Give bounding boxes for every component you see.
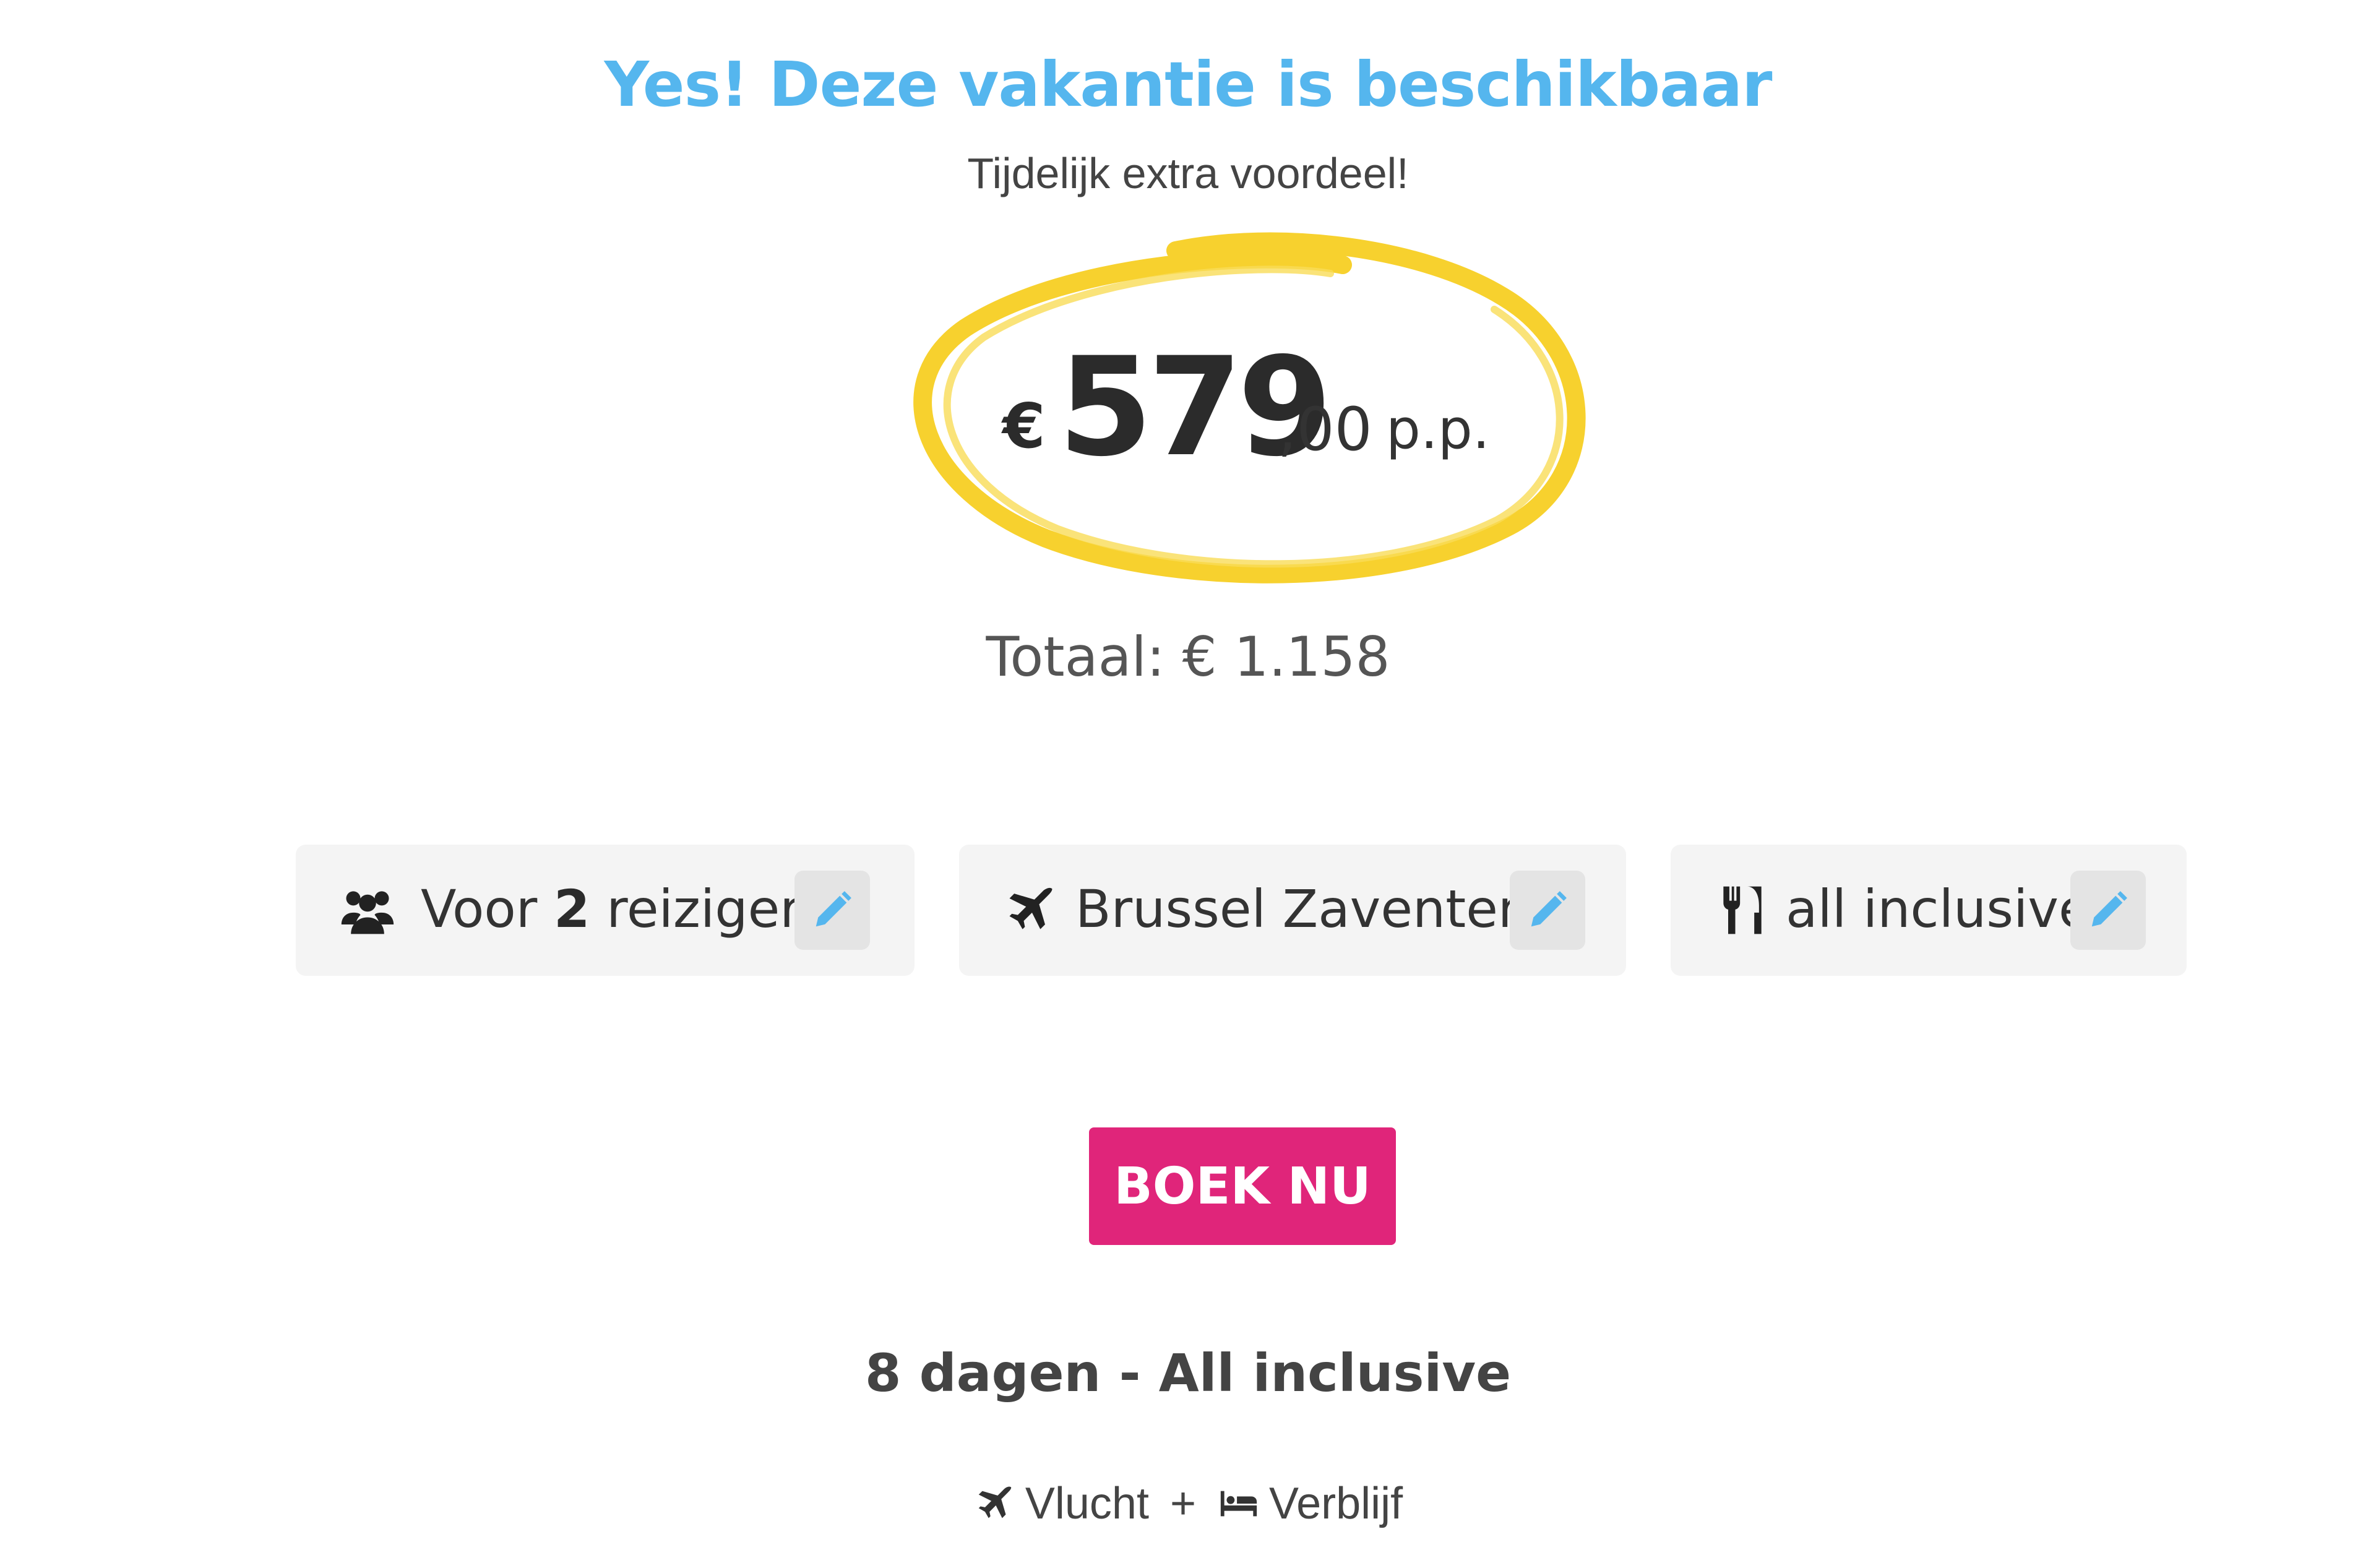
edit-board-button[interactable] — [2070, 871, 2146, 950]
travelers-label: Voor 2 reizigers — [421, 879, 829, 939]
book-now-button[interactable]: BOEK NU — [1089, 1127, 1396, 1245]
package-includes: Vlucht + Verblijf — [0, 1470, 2376, 1538]
pencil-icon — [816, 891, 851, 927]
pencil-icon — [2091, 891, 2127, 927]
edit-travelers-button[interactable] — [794, 871, 870, 950]
pencil-icon — [1531, 891, 1567, 927]
bed-icon — [1220, 1491, 1257, 1517]
plane-icon — [1009, 887, 1052, 929]
edit-airport-button[interactable] — [1510, 871, 1585, 950]
price-decimals: ,00 — [1278, 395, 1372, 464]
airport-option[interactable]: Brussel Zaventem — [959, 845, 1626, 976]
flight-label: Vlucht — [1025, 1479, 1149, 1528]
stay-label: Verblijf — [1269, 1479, 1403, 1528]
price-per-person: € 579 ,00 p.p. — [990, 316, 1547, 486]
total-price: Totaal: € 1.158 — [986, 625, 1390, 689]
travelers-option[interactable]: Voor 2 reizigers — [296, 845, 915, 976]
board-label: all inclusive — [1786, 879, 2091, 939]
price-currency: € — [1002, 390, 1046, 462]
plane-icon — [978, 1486, 1012, 1518]
board-option[interactable]: all inclusive — [1671, 845, 2187, 976]
utensils-icon — [1723, 886, 1762, 934]
plus-sign: + — [1169, 1479, 1197, 1528]
airport-label: Brussel Zaventem — [1075, 879, 1549, 939]
availability-headline: Yes! Deze vakantie is beschikbaar — [604, 48, 1773, 121]
price-unit: p.p. — [1386, 397, 1490, 461]
promo-text: Tijdelijk extra voordeel! — [967, 149, 1409, 197]
trip-duration: 8 dagen - All inclusive — [864, 1343, 1512, 1403]
users-icon — [341, 891, 394, 934]
